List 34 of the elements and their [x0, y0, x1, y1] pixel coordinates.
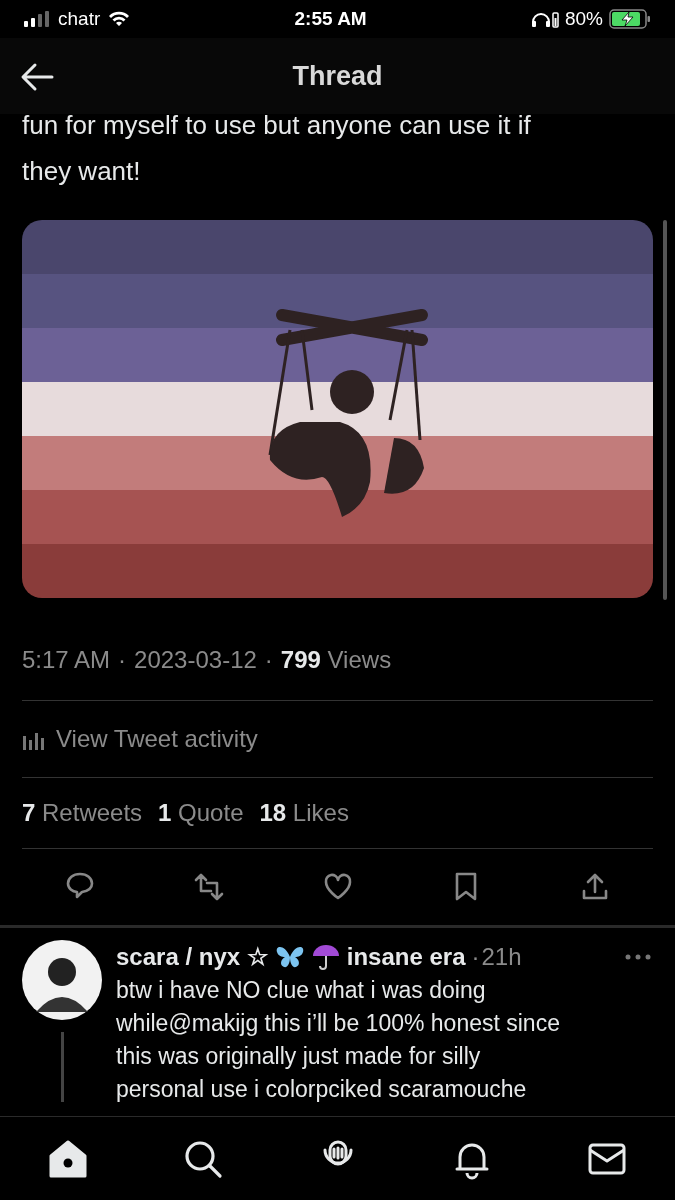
stat-link[interactable]: 1 Quote	[158, 795, 244, 831]
stat-link[interactable]: 7 Retweets	[22, 795, 143, 831]
home-icon	[47, 1138, 89, 1180]
retweet-icon	[192, 871, 225, 903]
separator-dot: ·	[471, 942, 480, 972]
reply-text: btw i have NO clue what i was doing	[116, 976, 487, 1005]
tweet-time: 5:17 AM	[22, 645, 111, 675]
carrier-name: chatr	[58, 6, 101, 31]
user-name: insane era	[346, 942, 466, 972]
headphones-icon	[530, 10, 559, 28]
separator-dot: ·	[264, 645, 273, 675]
back-arrow-icon	[20, 62, 54, 92]
page-title: Thread	[292, 59, 383, 93]
reply-text: while@makijg this i’ll be 100% honest since	[116, 1009, 561, 1038]
signal-icon	[24, 11, 50, 27]
wifi-icon	[108, 11, 131, 27]
tweet-text: they want!	[22, 155, 142, 188]
tweet-date: 2023-03-12	[134, 645, 257, 675]
more-icon	[625, 954, 651, 960]
battery-charging-icon	[609, 9, 651, 29]
tweet-activity-link[interactable]: View Tweet activity	[22, 701, 653, 777]
user-name: scara / nyx ☆	[116, 942, 269, 972]
separator-dot: ·	[118, 645, 127, 675]
reply-text: this was originally just made for silly	[116, 1042, 482, 1071]
reply-time: 21h	[481, 942, 522, 972]
reply-text: personal use i colorpciked scaramouche	[116, 1075, 528, 1104]
status-time: 2:55 AM	[294, 6, 367, 31]
view-count: 799 Views	[280, 645, 392, 675]
butterfly-icon	[274, 944, 305, 970]
tweet-text: fun for myself to use but anyone can use it if	[22, 109, 532, 142]
avatar[interactable]	[22, 940, 102, 1020]
stat-link[interactable]: 18 Likes	[259, 795, 349, 831]
umbrella-icon	[310, 943, 341, 971]
battery-percent: 80%	[564, 6, 603, 31]
